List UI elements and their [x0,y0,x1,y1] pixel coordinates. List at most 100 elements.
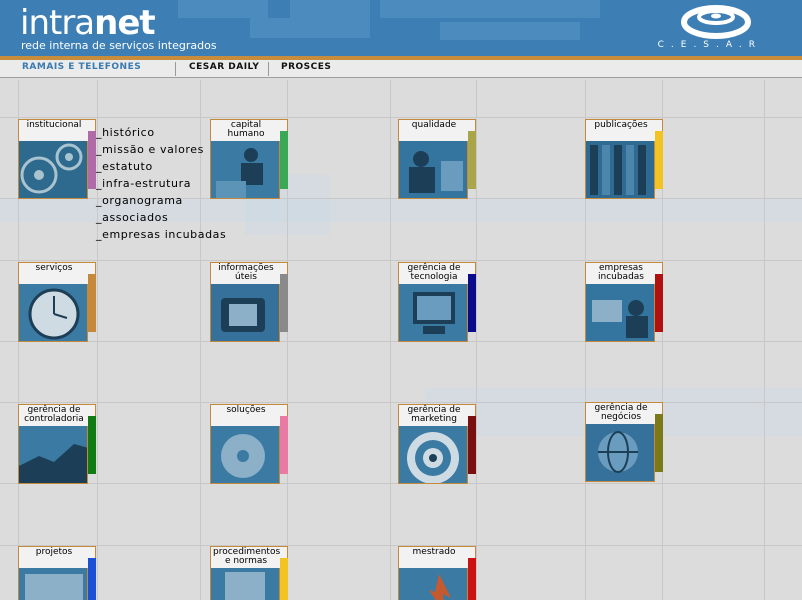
nav-separator [268,62,269,76]
tile-publicacoes[interactable]: publicações [585,119,663,199]
tile-header: gerência de tecnologia [398,262,476,284]
telephone-image [210,284,280,342]
header-decoration [250,18,370,38]
tile-color-bar [88,274,96,332]
tile-header: gerência de negócios [585,402,663,424]
grid-line [476,80,477,600]
tile-color-bar [280,131,288,189]
documents-image [210,568,280,600]
tile-procedimentos-normas[interactable]: procedimentos e normas [210,546,288,600]
header-decoration [178,0,268,18]
grid-line [0,117,802,118]
tile-header: soluções [210,404,288,426]
office-image [585,284,655,342]
header-decoration [440,22,580,40]
tile-label: gerência de negócios [594,403,648,422]
submenu-associados[interactable]: _associados [96,209,226,226]
tile-header: qualidade [398,119,476,141]
grid-line [0,260,802,261]
tile-color-bar [655,131,663,189]
tile-header: projetos [18,546,96,568]
tile-label: informações úteis [218,263,274,282]
target-image [398,426,468,484]
grid-line [764,80,765,600]
gears-image [18,141,88,199]
nav-cesar-daily[interactable]: CESAR DAILY [189,62,259,72]
cesar-name: C.E.S.A.R [657,40,762,50]
intranet-logo[interactable]: intranet [20,3,156,43]
tile-color-bar [655,274,663,332]
tile-color-bar [88,558,96,600]
quality-image [398,141,468,199]
tile-color-bar [655,414,663,472]
tile-color-bar [280,274,288,332]
tile-color-bar [280,558,288,600]
tile-qualidade[interactable]: qualidade [398,119,476,199]
submenu-empresas[interactable]: _empresas incubadas [96,226,226,243]
tile-label: mestrado [412,547,456,557]
tile-label: publicações [594,120,648,130]
tile-color-bar [468,558,476,600]
tile-label: procedimentos e normas [213,547,281,566]
header-banner: intranet rede interna de serviços integr… [0,0,802,56]
tile-header: serviços [18,262,96,284]
submenu-missao[interactable]: _missão e valores [96,141,226,158]
tile-color-bar [468,131,476,189]
finance-image [18,426,88,484]
books-image [585,141,655,199]
tile-color-bar [280,416,288,474]
submenu-historico[interactable]: _histórico [96,124,226,141]
header-decoration [290,0,370,18]
tile-header: mestrado [398,546,476,568]
flame-image [398,568,468,600]
tile-header: gerência de marketing [398,404,476,426]
tile-projetos[interactable]: projetos [18,546,96,600]
tile-header: procedimentos e normas [210,546,288,568]
tile-header: gerência de controladoria [18,404,96,426]
tile-label: qualidade [411,120,457,130]
nav-prosces[interactable]: PROSCES [281,62,331,72]
institucional-submenu: _histórico _missão e valores _estatuto _… [96,124,226,243]
tile-institucional[interactable]: institucional [18,119,96,199]
projects-image [18,568,88,600]
monitor-image [398,284,468,342]
tile-servicos[interactable]: serviços [18,262,96,342]
submenu-infra[interactable]: _infra-estrutura [96,175,226,192]
submenu-estatuto[interactable]: _estatuto [96,158,226,175]
tile-label: serviços [35,263,73,273]
tile-label: gerência de controladoria [24,405,84,424]
grid-line [390,80,391,600]
tile-gerencia-negocios[interactable]: gerência de negócios [585,402,663,482]
tile-gerencia-controladoria[interactable]: gerência de controladoria [18,404,96,484]
tile-label: gerência de marketing [407,405,461,424]
logo-bold: net [94,3,156,43]
tagline: rede interna de serviços integrados [21,39,217,52]
nav-bar: RAMAIS E TELEFONES CESAR DAILY PROSCES [0,60,802,78]
nav-separator [175,62,176,76]
nav-ramais[interactable]: RAMAIS E TELEFONES [22,62,141,72]
header-decoration [380,0,600,18]
tile-color-bar [468,416,476,474]
tile-color-bar [468,274,476,332]
tile-header: publicações [585,119,663,141]
tile-header: informações úteis [210,262,288,284]
tile-label: gerência de tecnologia [407,263,461,282]
tile-header: institucional [18,119,96,141]
tile-mestrado[interactable]: mestrado [398,546,476,600]
tile-label: institucional [26,120,82,130]
tile-color-bar [88,416,96,474]
tile-informacoes-uteis[interactable]: informações úteis [210,262,288,342]
tile-label: soluções [226,405,266,415]
tile-gerencia-marketing[interactable]: gerência de marketing [398,404,476,484]
tile-color-bar [88,131,96,189]
grid-line [0,402,802,403]
tile-solucoes[interactable]: soluções [210,404,288,484]
globe-image [585,424,655,482]
tile-gerencia-tecnologia[interactable]: gerência de tecnologia [398,262,476,342]
logo-main: intra [20,3,95,43]
submenu-organograma[interactable]: _organograma [96,192,226,209]
tile-empresas-incubadas[interactable]: empresas incubadas [585,262,663,342]
tile-header: empresas incubadas [585,262,663,284]
cd-image [210,426,280,484]
tile-label: projetos [35,547,73,557]
